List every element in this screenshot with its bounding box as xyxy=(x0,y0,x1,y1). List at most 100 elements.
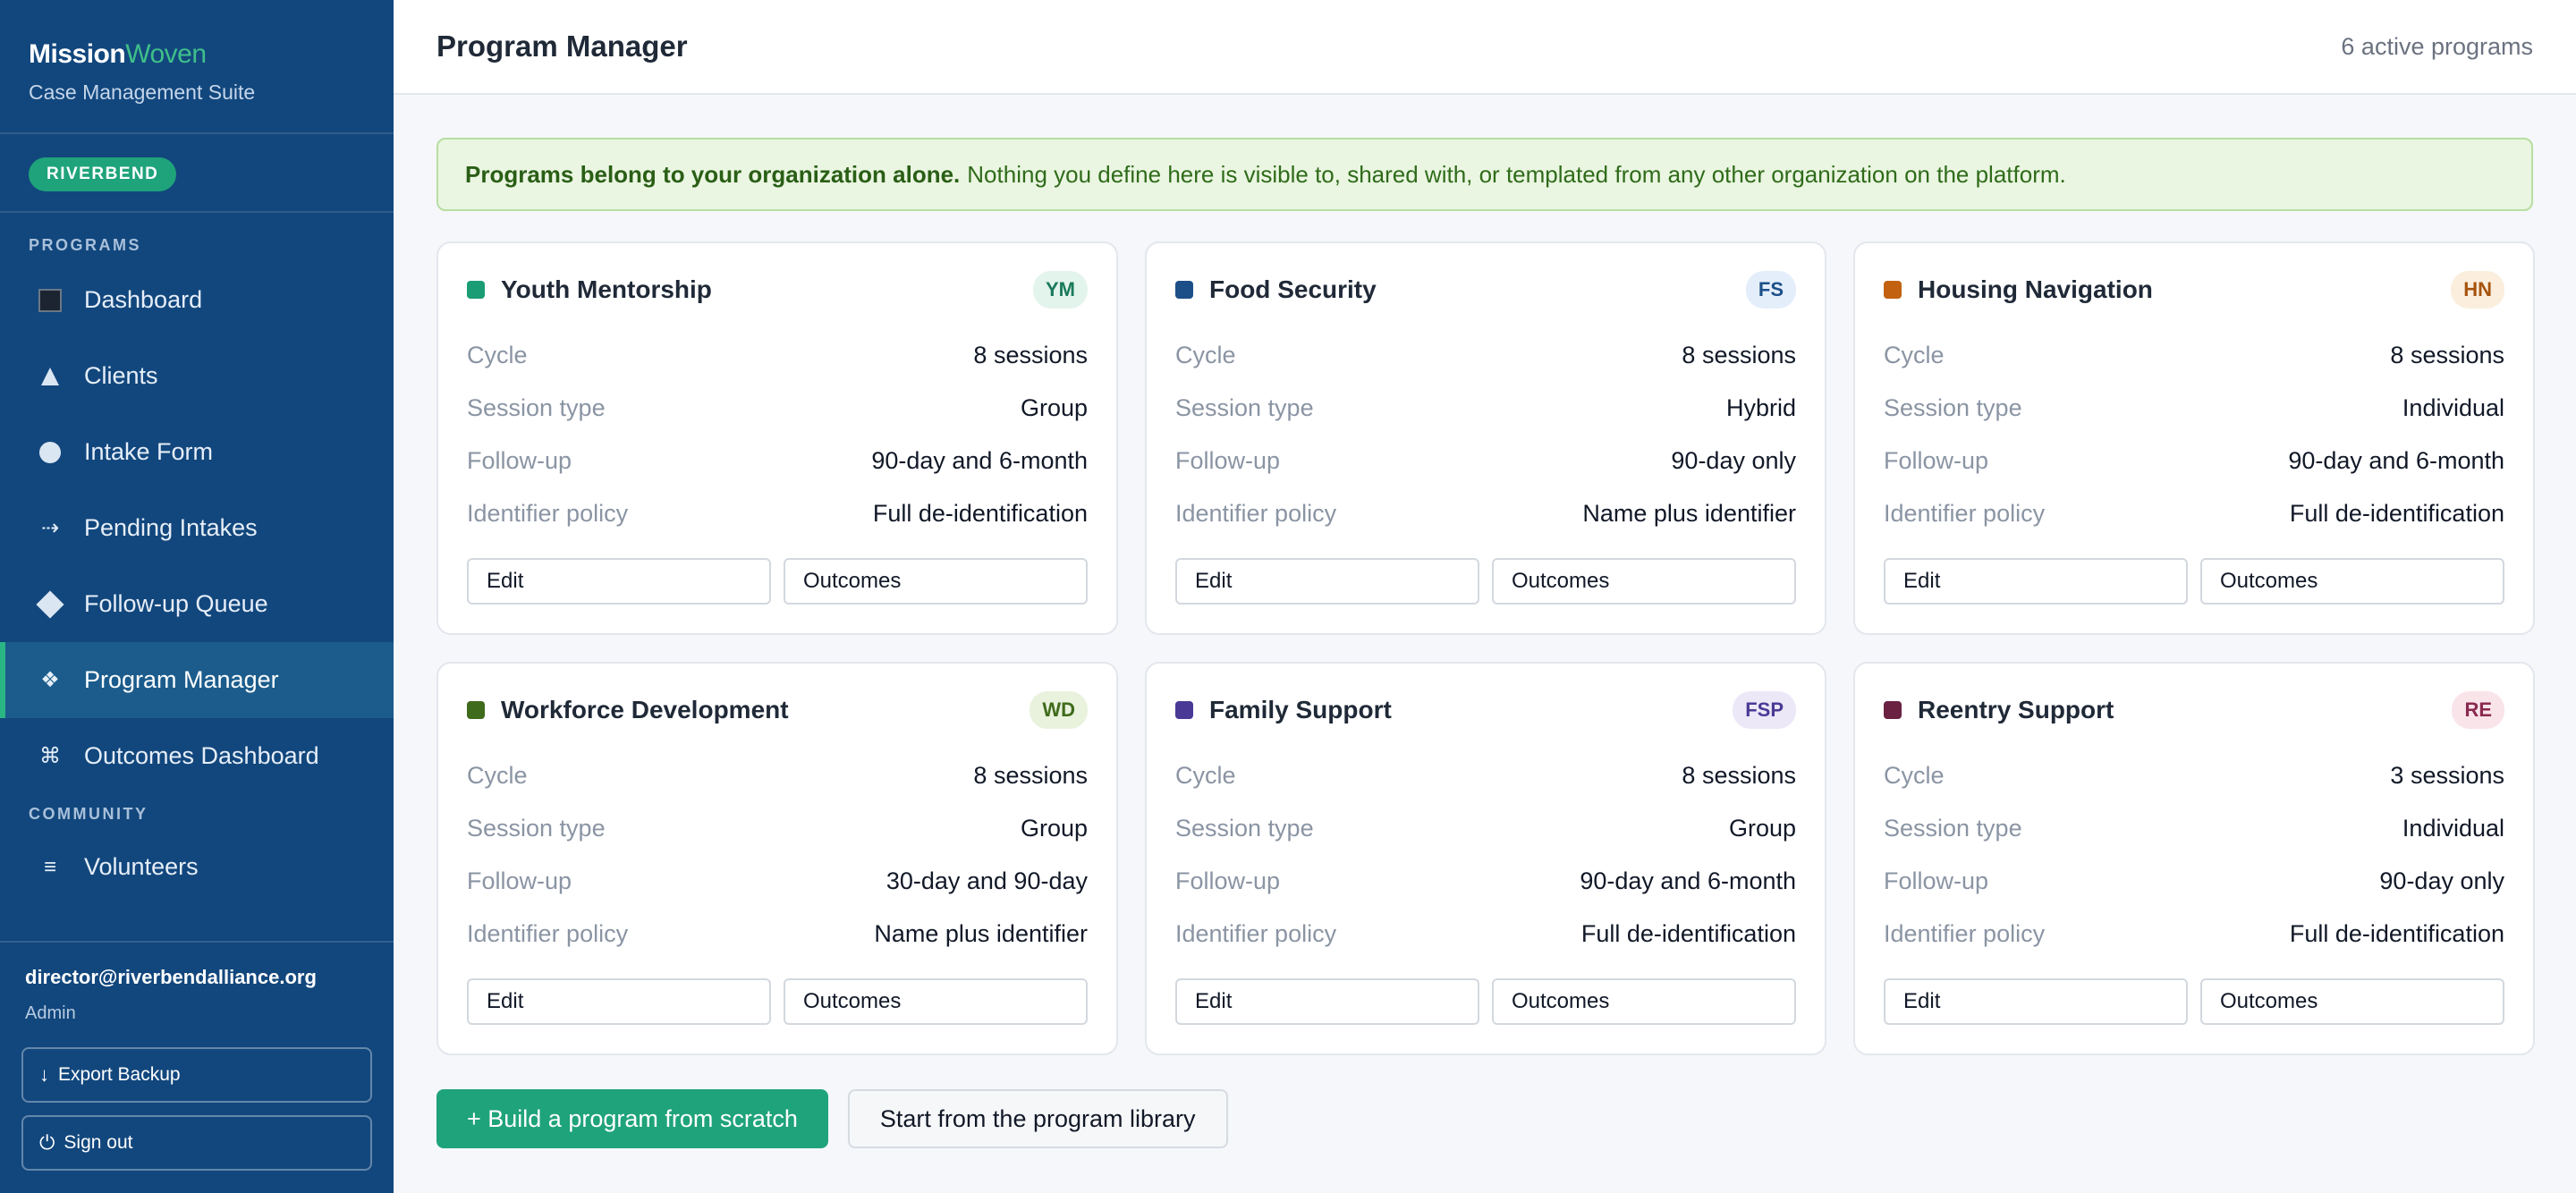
sidebar-item-intake-form[interactable]: Intake Form xyxy=(0,414,394,490)
outcomes-button[interactable]: Outcomes xyxy=(2200,978,2504,1025)
section-label-community: COMMUNITY xyxy=(29,805,148,823)
program-card-youth-mentorship: Youth Mentorship YM Cycle 8 sessions Sess… xyxy=(436,241,1118,635)
follow-up-label: Follow-up xyxy=(467,867,572,894)
cycle-label: Cycle xyxy=(467,342,528,368)
sidebar-item-label: Program Manager xyxy=(84,666,279,693)
volunteers-icon: ≡ xyxy=(43,854,56,879)
session-type-value: Individual xyxy=(2402,394,2504,421)
sidebar-item-label: Volunteers xyxy=(84,853,199,880)
program-card-family-support: Family Support FSP Cycle 8 sessions Sessi… xyxy=(1145,662,1826,1055)
sign-out-label: Sign out xyxy=(64,1132,133,1153)
edit-button[interactable]: Edit xyxy=(467,978,771,1025)
export-backup-button[interactable]: ↓ Export Backup xyxy=(21,1047,372,1103)
sidebar-item-clients[interactable]: Clients xyxy=(0,338,394,414)
bottom-actions: + Build a program from scratch Start fro… xyxy=(436,1089,2533,1148)
outcomes-button[interactable]: Outcomes xyxy=(784,978,1088,1025)
session-type-label: Session type xyxy=(1884,394,2022,421)
pending-intakes-icon: ⇢ xyxy=(40,516,60,540)
edit-button[interactable]: Edit xyxy=(1175,978,1479,1025)
follow-up-value: 90-day and 6-month xyxy=(2288,447,2504,474)
identifier-policy-label: Identifier policy xyxy=(1175,920,1337,947)
sign-out-button[interactable]: ⏻ Sign out xyxy=(21,1115,372,1171)
cycle-label: Cycle xyxy=(467,762,528,789)
cycle-value: 8 sessions xyxy=(973,762,1088,789)
session-type-label: Session type xyxy=(1175,815,1314,842)
outcomes-button[interactable]: Outcomes xyxy=(2200,558,2504,605)
follow-up-value: 90-day and 6-month xyxy=(1580,867,1796,894)
program-abbr-badge: HN xyxy=(2451,271,2504,309)
brand-name-part2: Woven xyxy=(125,39,207,69)
sidebar-item-follow-up-queue[interactable]: Follow-up Queue xyxy=(0,566,394,642)
sidebar-item-label: Clients xyxy=(84,362,158,389)
cycle-label: Cycle xyxy=(1175,342,1236,368)
follow-up-label: Follow-up xyxy=(1175,867,1281,894)
user-role: Admin xyxy=(25,1003,76,1023)
follow-up-label: Follow-up xyxy=(1884,447,1989,474)
follow-up-value: 30-day and 90-day xyxy=(886,867,1088,894)
identifier-policy-value: Name plus identifier xyxy=(1582,500,1796,527)
program-manager-icon: ❖ xyxy=(40,668,60,692)
outcomes-button[interactable]: Outcomes xyxy=(1492,978,1796,1025)
clients-icon xyxy=(36,362,64,391)
session-type-value: Group xyxy=(1728,815,1796,842)
active-program-count: 6 active programs xyxy=(2341,32,2533,60)
program-color-dot xyxy=(1884,701,1902,719)
identifier-policy-label: Identifier policy xyxy=(1884,500,2046,527)
outcomes-button[interactable]: Outcomes xyxy=(784,558,1088,605)
sidebar-footer: director@riverbendalliance.org Admin ↓ E… xyxy=(0,941,394,1193)
follow-up-icon xyxy=(36,589,64,619)
identifier-policy-label: Identifier policy xyxy=(467,920,629,947)
program-library-button[interactable]: Start from the program library xyxy=(847,1089,1228,1148)
cycle-value: 8 sessions xyxy=(2390,342,2504,368)
program-abbr-badge: FS xyxy=(1745,271,1796,309)
edit-button[interactable]: Edit xyxy=(1175,558,1479,605)
program-color-dot xyxy=(1884,281,1902,299)
program-title: Family Support xyxy=(1209,696,1392,723)
program-title: Food Security xyxy=(1209,275,1377,303)
sidebar-item-dashboard[interactable]: Dashboard xyxy=(0,262,394,338)
sidebar-item-label: Dashboard xyxy=(84,286,203,313)
sidebar-item-label: Intake Form xyxy=(84,438,214,465)
outcomes-button[interactable]: Outcomes xyxy=(1492,558,1796,605)
identifier-policy-value: Full de-identification xyxy=(1580,920,1796,947)
section-label-programs: PROGRAMS xyxy=(29,236,142,254)
cycle-value: 8 sessions xyxy=(973,342,1088,368)
intake-form-icon xyxy=(36,438,64,467)
follow-up-value: 90-day only xyxy=(2379,867,2504,894)
edit-button[interactable]: Edit xyxy=(467,558,771,605)
dashboard-icon xyxy=(36,286,64,315)
sidebar-item-outcomes-dashboard[interactable]: ⌘ Outcomes Dashboard xyxy=(0,718,394,794)
edit-button[interactable]: Edit xyxy=(1884,558,2188,605)
program-card-housing-navigation: Housing Navigation HN Cycle 8 sessions Se… xyxy=(1853,241,2535,635)
identifier-policy-label: Identifier policy xyxy=(467,500,629,527)
follow-up-label: Follow-up xyxy=(467,447,572,474)
follow-up-label: Follow-up xyxy=(1175,447,1281,474)
session-type-value: Individual xyxy=(2402,815,2504,842)
export-backup-label: Export Backup xyxy=(58,1064,181,1085)
identifier-policy-value: Full de-identification xyxy=(2289,500,2504,527)
sidebar-item-pending-intakes[interactable]: ⇢ Pending Intakes xyxy=(0,490,394,566)
follow-up-value: 90-day only xyxy=(1671,447,1796,474)
org-badge: RIVERBEND xyxy=(29,157,177,191)
session-type-label: Session type xyxy=(1175,394,1314,421)
session-type-value: Group xyxy=(1020,815,1088,842)
app-root: MissionWoven Case Management Suite RIVER… xyxy=(0,0,2576,1193)
session-type-value: Group xyxy=(1020,394,1088,421)
identifier-policy-value: Full de-identification xyxy=(2289,920,2504,947)
identifier-policy-label: Identifier policy xyxy=(1175,500,1337,527)
program-card-food-security: Food Security FS Cycle 8 sessions Session… xyxy=(1145,241,1826,635)
sidebar-item-program-manager[interactable]: ❖ Program Manager xyxy=(0,642,394,718)
program-abbr-badge: WD xyxy=(1030,691,1088,729)
session-type-label: Session type xyxy=(467,815,606,842)
brand-subtitle: Case Management Suite xyxy=(29,80,256,104)
notice-text: Nothing you define here is visible to, s… xyxy=(967,160,2066,188)
sidebar-item-volunteers[interactable]: ≡ Volunteers xyxy=(0,829,394,905)
sidebar: MissionWoven Case Management Suite RIVER… xyxy=(0,0,394,1193)
cycle-label: Cycle xyxy=(1175,762,1236,789)
edit-button[interactable]: Edit xyxy=(1884,978,2188,1025)
program-grid: Youth Mentorship YM Cycle 8 sessions Sess… xyxy=(436,241,2535,1055)
build-program-button[interactable]: + Build a program from scratch xyxy=(436,1089,828,1148)
content: Programs belong to your organization alo… xyxy=(394,95,2576,1148)
session-type-label: Session type xyxy=(1884,815,2022,842)
brand-logo[interactable]: MissionWoven xyxy=(29,39,365,70)
